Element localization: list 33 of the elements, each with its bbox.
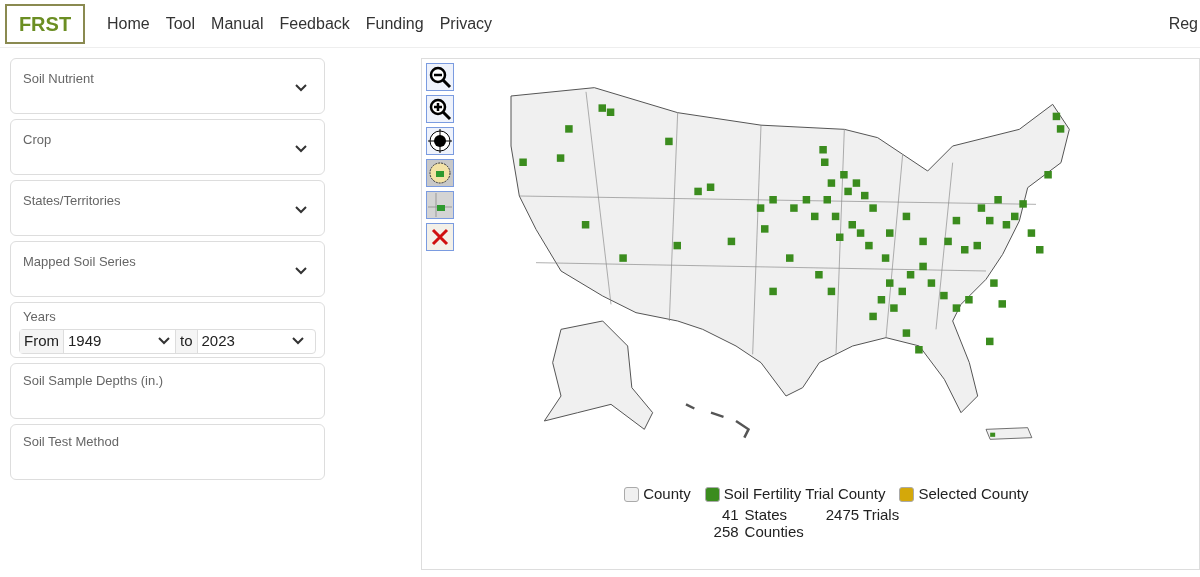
select-field[interactable]: Crop — [10, 119, 325, 175]
chevron-down-icon — [293, 144, 308, 154]
box-select-button[interactable] — [425, 191, 454, 219]
trials-count: 2475 Trials — [825, 505, 900, 525]
chevron-down-icon — [293, 205, 308, 215]
nav-link[interactable]: Home — [107, 11, 150, 36]
chevron-down-icon — [293, 266, 308, 276]
select-field[interactable]: Soil Nutrient — [10, 58, 325, 114]
clear-button[interactable] — [425, 223, 454, 251]
zoom-out-button[interactable] — [425, 63, 454, 91]
stat-label: States — [744, 505, 789, 523]
center-button[interactable] — [425, 127, 454, 155]
field-label: Years — [22, 308, 57, 326]
logo[interactable]: FRST — [5, 3, 85, 44]
legend-label: Selected County — [918, 484, 1029, 504]
legend-label: County — [643, 484, 691, 504]
select-field[interactable]: Mapped Soil Series — [10, 241, 325, 297]
nav-link[interactable]: Funding — [365, 11, 424, 36]
stat-count: 258 — [713, 522, 739, 540]
nav-link[interactable]: Privacy — [439, 11, 493, 36]
stat-count: 41 — [720, 505, 739, 523]
chevron-down-icon — [293, 83, 308, 93]
nav-link[interactable]: Manual — [211, 11, 264, 36]
nav-link[interactable]: Reg — [1168, 11, 1200, 36]
zoom-in-button[interactable] — [425, 95, 454, 123]
nav-link[interactable]: Tool — [165, 11, 196, 36]
input-field[interactable]: Soil Sample Depths (in.) — [10, 363, 325, 419]
stat-label: Counties — [744, 522, 804, 540]
legend-label: Soil Fertility Trial County — [723, 484, 886, 504]
nav-link[interactable]: Feedback — [279, 11, 350, 36]
circle-select-button[interactable] — [425, 159, 454, 187]
select-field[interactable]: States/Territories — [10, 180, 325, 236]
input-field[interactable]: Soil Test Method — [10, 424, 325, 480]
